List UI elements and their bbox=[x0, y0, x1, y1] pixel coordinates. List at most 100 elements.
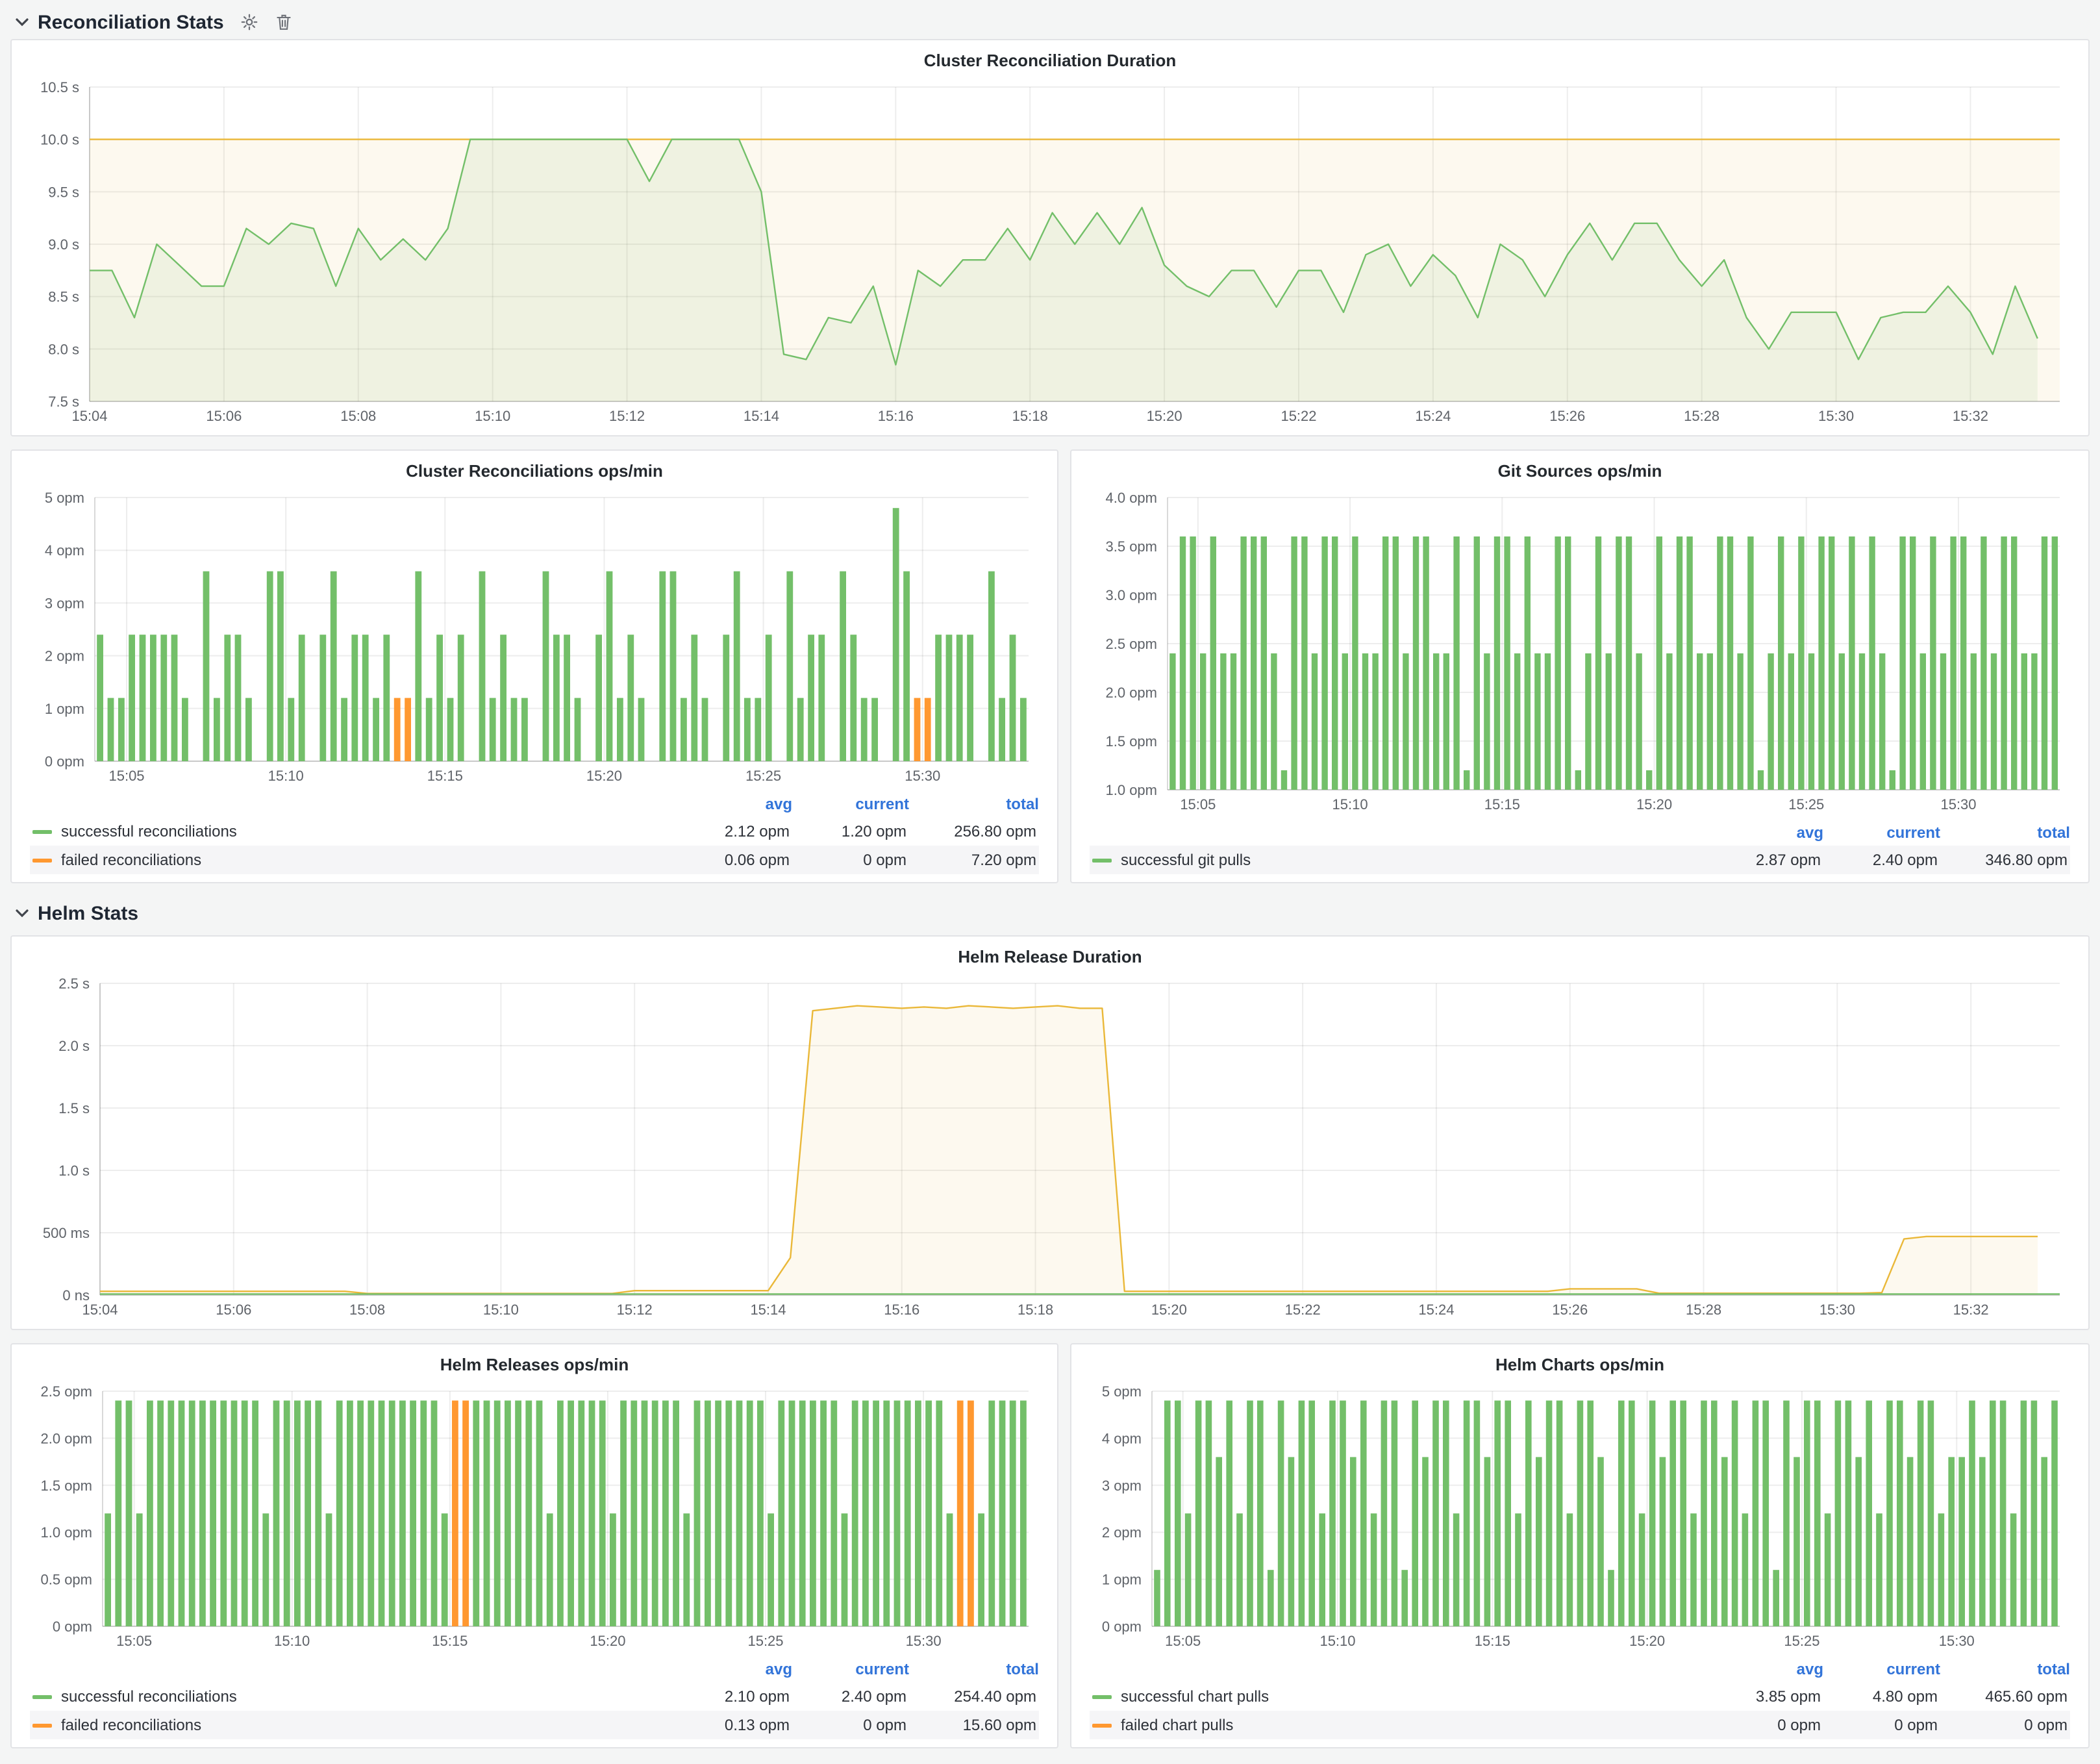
svg-text:1.5 opm: 1.5 opm bbox=[41, 1478, 93, 1494]
legend-avg: 2.10 opm bbox=[673, 1687, 790, 1706]
panel-title[interactable]: Helm Releases ops/min bbox=[27, 1350, 1042, 1381]
svg-text:15:10: 15:10 bbox=[274, 1633, 310, 1649]
panel-title[interactable]: Helm Release Duration bbox=[27, 942, 2073, 973]
svg-text:15:25: 15:25 bbox=[1788, 796, 1824, 813]
svg-text:15:20: 15:20 bbox=[590, 1633, 625, 1649]
svg-text:15:30: 15:30 bbox=[1940, 796, 1976, 813]
legend-row-successful-reconciliations: successful reconciliations 2.12 opm 1.20… bbox=[30, 817, 1039, 846]
legend-current: 4.80 opm bbox=[1821, 1687, 1938, 1706]
legend-row-successful-chart-pulls: successful chart pulls 3.85 opm 4.80 opm… bbox=[1090, 1682, 2070, 1711]
legend-col-current[interactable]: current bbox=[792, 795, 909, 813]
legend-col-total[interactable]: total bbox=[909, 1660, 1039, 1678]
svg-text:15:15: 15:15 bbox=[1484, 796, 1520, 813]
legend-total: 7.20 opm bbox=[906, 851, 1036, 869]
panel-cluster-reconciliation-duration: Cluster Reconciliation Duration 7.5 s8.0… bbox=[10, 39, 2090, 436]
legend-avg: 2.87 opm bbox=[1704, 851, 1821, 869]
svg-text:15:25: 15:25 bbox=[747, 1633, 783, 1649]
svg-text:15:30: 15:30 bbox=[1939, 1633, 1975, 1649]
chart-git-sources-opm[interactable]: 1.0 opm1.5 opm2.0 opm2.5 opm3.0 opm3.5 o… bbox=[1087, 487, 2073, 818]
svg-text:0 opm: 0 opm bbox=[1102, 1619, 1142, 1635]
svg-text:15:04: 15:04 bbox=[71, 408, 107, 424]
svg-text:15:06: 15:06 bbox=[206, 408, 242, 424]
series-swatch bbox=[1092, 1723, 1112, 1727]
legend-total: 15.60 opm bbox=[906, 1716, 1036, 1734]
trash-icon[interactable] bbox=[276, 13, 293, 31]
svg-text:2.5 opm: 2.5 opm bbox=[1106, 636, 1158, 652]
svg-text:2.0 s: 2.0 s bbox=[58, 1038, 90, 1054]
svg-text:2 opm: 2 opm bbox=[45, 648, 84, 664]
legend-label[interactable]: successful git pulls bbox=[1121, 851, 1704, 869]
svg-text:15:04: 15:04 bbox=[82, 1302, 118, 1318]
legend-avg: 0 opm bbox=[1704, 1716, 1821, 1734]
legend-col-current[interactable]: current bbox=[1823, 824, 1940, 842]
series-swatch bbox=[32, 858, 52, 862]
chart-canvas: 7.5 s8.0 s8.5 s9.0 s9.5 s10.0 s10.5 s15:… bbox=[27, 77, 2073, 430]
svg-text:15:32: 15:32 bbox=[1953, 1302, 1989, 1318]
legend-col-total[interactable]: total bbox=[1940, 1660, 2070, 1678]
chart-helm-release-duration[interactable]: 0 ns500 ms1.0 s1.5 s2.0 s2.5 s15:0415:06… bbox=[27, 973, 2073, 1324]
legend-label[interactable]: successful reconciliations bbox=[61, 1687, 673, 1706]
legend-col-avg[interactable]: avg bbox=[1706, 824, 1823, 842]
legend-current: 0 opm bbox=[790, 1716, 906, 1734]
legend-label[interactable]: failed reconciliations bbox=[61, 851, 673, 869]
row-title-helm[interactable]: Helm Stats bbox=[38, 902, 138, 924]
legend-header: avg current total bbox=[30, 1656, 1039, 1682]
legend-col-current[interactable]: current bbox=[792, 1660, 909, 1678]
svg-text:15:24: 15:24 bbox=[1415, 408, 1451, 424]
svg-text:15:28: 15:28 bbox=[1686, 1302, 1721, 1318]
legend-col-avg[interactable]: avg bbox=[675, 795, 792, 813]
panel-title[interactable]: Cluster Reconciliations ops/min bbox=[27, 456, 1042, 487]
chart-helm-charts-opm[interactable]: 0 opm1 opm2 opm3 opm4 opm5 opm15:0515:10… bbox=[1087, 1381, 2073, 1655]
chart-cluster-reconciliations-opm[interactable]: 0 opm1 opm2 opm3 opm4 opm5 opm15:0515:10… bbox=[27, 487, 1042, 790]
svg-text:8.5 s: 8.5 s bbox=[48, 289, 79, 305]
legend-current: 0 opm bbox=[790, 851, 906, 869]
svg-text:1 opm: 1 opm bbox=[45, 701, 84, 717]
legend: avg current total successful reconciliat… bbox=[27, 1655, 1042, 1742]
svg-text:5 opm: 5 opm bbox=[1102, 1383, 1142, 1400]
chart-cluster-reconciliation-duration[interactable]: 7.5 s8.0 s8.5 s9.0 s9.5 s10.0 s10.5 s15:… bbox=[27, 77, 2073, 430]
chart-helm-releases-opm[interactable]: 0 opm0.5 opm1.0 opm1.5 opm2.0 opm2.5 opm… bbox=[27, 1381, 1042, 1655]
svg-text:15:15: 15:15 bbox=[427, 768, 463, 784]
chart-canvas: 0 ns500 ms1.0 s1.5 s2.0 s2.5 s15:0415:06… bbox=[27, 973, 2073, 1324]
svg-text:15:30: 15:30 bbox=[906, 1633, 942, 1649]
chevron-down-icon[interactable] bbox=[16, 18, 29, 27]
svg-text:15:06: 15:06 bbox=[216, 1302, 251, 1318]
panel-title[interactable]: Cluster Reconciliation Duration bbox=[27, 45, 2073, 77]
svg-text:500 ms: 500 ms bbox=[43, 1225, 90, 1241]
svg-text:2 opm: 2 opm bbox=[1102, 1524, 1142, 1541]
svg-text:15:22: 15:22 bbox=[1281, 408, 1316, 424]
legend-avg: 3.85 opm bbox=[1704, 1687, 1821, 1706]
legend-label[interactable]: failed chart pulls bbox=[1121, 1716, 1704, 1734]
svg-text:2.5 s: 2.5 s bbox=[58, 976, 90, 992]
svg-text:1.0 s: 1.0 s bbox=[58, 1163, 90, 1179]
legend-col-total[interactable]: total bbox=[909, 795, 1039, 813]
series-swatch bbox=[1092, 858, 1112, 862]
legend-col-total[interactable]: total bbox=[1940, 824, 2070, 842]
svg-text:15:25: 15:25 bbox=[1784, 1633, 1819, 1649]
svg-text:15:26: 15:26 bbox=[1549, 408, 1585, 424]
legend-col-avg[interactable]: avg bbox=[675, 1660, 792, 1678]
svg-text:1.0 opm: 1.0 opm bbox=[41, 1524, 93, 1541]
gear-icon[interactable] bbox=[241, 13, 259, 31]
legend-label[interactable]: failed reconciliations bbox=[61, 1716, 673, 1734]
legend-col-current[interactable]: current bbox=[1823, 1660, 1940, 1678]
panel-git-sources-opm: Git Sources ops/min 1.0 opm1.5 opm2.0 op… bbox=[1070, 449, 2090, 883]
svg-text:15:20: 15:20 bbox=[1629, 1633, 1665, 1649]
chevron-down-icon[interactable] bbox=[16, 909, 29, 918]
panel-title[interactable]: Helm Charts ops/min bbox=[1087, 1350, 2073, 1381]
legend-label[interactable]: successful chart pulls bbox=[1121, 1687, 1704, 1706]
chart-canvas: 0 opm1 opm2 opm3 opm4 opm5 opm15:0515:10… bbox=[1087, 1381, 2073, 1655]
svg-text:15:30: 15:30 bbox=[1818, 408, 1854, 424]
legend-label[interactable]: successful reconciliations bbox=[61, 822, 673, 840]
svg-text:15:10: 15:10 bbox=[1332, 796, 1368, 813]
legend-row-successful-git-pulls: successful git pulls 2.87 opm 2.40 opm 3… bbox=[1090, 846, 2070, 874]
row-title-reconciliation[interactable]: Reconciliation Stats bbox=[38, 11, 224, 33]
svg-text:15:30: 15:30 bbox=[1819, 1302, 1855, 1318]
row-header-helm[interactable]: Helm Stats bbox=[10, 896, 2090, 930]
row-header-reconciliation[interactable]: Reconciliation Stats bbox=[10, 5, 2090, 39]
legend-col-avg[interactable]: avg bbox=[1706, 1660, 1823, 1678]
legend-avg: 0.13 opm bbox=[673, 1716, 790, 1734]
svg-text:0 opm: 0 opm bbox=[45, 753, 84, 770]
svg-text:15:30: 15:30 bbox=[905, 768, 940, 784]
panel-title[interactable]: Git Sources ops/min bbox=[1087, 456, 2073, 487]
